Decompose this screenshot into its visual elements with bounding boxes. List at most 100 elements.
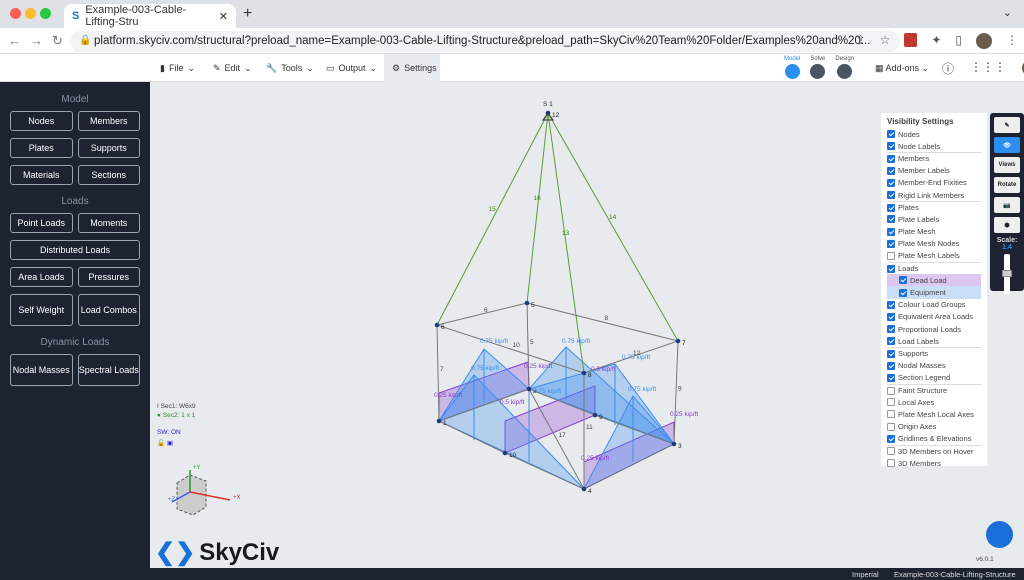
tab-search-icon[interactable]: ⌄ <box>1003 6 1012 19</box>
visibility-option-proportional-loads[interactable]: Proportional Loads <box>887 323 981 335</box>
sidebar-button-materials[interactable]: Materials <box>10 165 73 185</box>
visibility-option-plate-mesh-local-axes[interactable]: Plate Mesh Local Axes <box>887 408 981 420</box>
star-icon[interactable]: ☆ <box>880 33 891 49</box>
maximize-window-button[interactable] <box>40 8 51 19</box>
share-icon[interactable]: ⇪ <box>856 33 866 49</box>
settings-menu[interactable]: ⚙ Settings <box>384 54 440 82</box>
views-button[interactable]: Views <box>994 157 1020 173</box>
checkbox[interactable] <box>887 166 895 175</box>
visibility-option-equipment[interactable]: Equipment <box>887 286 981 299</box>
chat-button[interactable] <box>986 521 1013 548</box>
visibility-option-plates[interactable]: Plates <box>887 201 981 213</box>
checkbox[interactable] <box>887 459 895 468</box>
visibility-option-plate-mesh-nodes[interactable]: Plate Mesh Nodes <box>887 238 981 250</box>
checkbox[interactable] <box>887 191 895 200</box>
visibility-option-rigid-link-members[interactable]: Rigid Link Members <box>887 189 981 201</box>
rotate-button[interactable]: Rotate <box>994 177 1020 193</box>
visibility-option-plate-mesh-labels[interactable]: Plate Mesh Labels <box>887 250 981 262</box>
checkbox[interactable] <box>899 288 907 297</box>
checkbox[interactable] <box>887 422 895 431</box>
sidebar-button-load-combos[interactable]: Load Combos <box>77 294 140 326</box>
checkbox[interactable] <box>887 373 895 382</box>
visibility-option-members[interactable]: Members <box>887 152 981 164</box>
edit-menu[interactable]: ✎ Edit ⌄ <box>205 54 260 82</box>
visibility-option-plate-labels[interactable]: Plate Labels <box>887 213 981 225</box>
checkbox[interactable] <box>887 264 895 273</box>
scale-slider[interactable] <box>1002 254 1012 294</box>
sidebar-button-sections[interactable]: Sections <box>77 165 140 185</box>
apps-grid-icon[interactable]: ⋮⋮⋮ <box>970 60 1006 77</box>
units-indicator[interactable]: Imperial <box>852 570 879 579</box>
close-tab-icon[interactable]: ✕ <box>219 10 228 23</box>
sidebar-button-plates[interactable]: Plates <box>10 138 73 158</box>
checkbox[interactable] <box>887 410 895 419</box>
checkbox[interactable] <box>887 349 895 358</box>
checkbox[interactable] <box>887 337 895 346</box>
sidebar-button-spectral-loads[interactable]: Spectral Loads <box>77 354 140 386</box>
checkbox[interactable] <box>887 178 895 187</box>
sidebar-button-distributed-loads[interactable]: Distributed Loads <box>10 240 140 260</box>
checkbox[interactable] <box>887 142 895 151</box>
visibility-option-colour-load-groups[interactable]: Colour Load Groups <box>887 299 981 311</box>
visibility-option-supports[interactable]: Supports <box>887 347 981 359</box>
checkbox[interactable] <box>887 312 895 321</box>
visibility-option-nodal-masses[interactable]: Nodal Masses <box>887 360 981 372</box>
visibility-option-member-labels[interactable]: Member Labels <box>887 165 981 177</box>
minimize-window-button[interactable] <box>25 8 36 19</box>
visibility-option-plate-mesh[interactable]: Plate Mesh <box>887 226 981 238</box>
sidebar-button-area-loads[interactable]: Area Loads <box>10 267 73 287</box>
visibility-option-3d-members[interactable]: 3D Members <box>887 457 981 469</box>
checkbox[interactable] <box>887 130 895 139</box>
unlock-icon[interactable]: 🔓 <box>157 440 165 447</box>
solve-step[interactable]: Solve <box>810 56 825 79</box>
checkbox[interactable] <box>887 398 895 407</box>
sidebar-button-nodal-masses[interactable]: Nodal Masses <box>10 354 73 386</box>
profile-avatar[interactable] <box>976 33 992 49</box>
visibility-option-nodes[interactable]: Nodes <box>887 128 981 140</box>
visibility-option-section-legend[interactable]: Section Legend <box>887 372 981 384</box>
checkbox[interactable] <box>887 447 895 456</box>
sidebar-button-point-loads[interactable]: Point Loads <box>10 213 73 233</box>
back-icon[interactable]: ← <box>8 33 21 48</box>
checkbox[interactable] <box>887 251 895 260</box>
camera-button[interactable]: 📷 <box>994 197 1020 213</box>
extension-icon[interactable] <box>904 33 918 47</box>
new-tab-button[interactable]: + <box>243 5 252 23</box>
edit-pencil-button[interactable]: ✎ <box>994 117 1020 133</box>
help-icon[interactable]: ⓘ <box>942 60 954 77</box>
checkbox[interactable] <box>887 203 895 212</box>
visibility-option-load-labels[interactable]: Load Labels <box>887 335 981 347</box>
checkbox[interactable] <box>887 325 895 334</box>
checkbox[interactable] <box>887 215 895 224</box>
camera-mode-icon[interactable]: ▣ <box>167 440 173 447</box>
sidebar-button-nodes[interactable]: Nodes <box>10 111 73 131</box>
url-input[interactable]: 🔒 platform.skyciv.com/structural?preload_… <box>70 31 900 52</box>
tools-menu[interactable]: 🔧 Tools ⌄ <box>258 54 322 82</box>
visibility-option-equivalent-area-loads[interactable]: Equivalent Area Loads <box>887 311 981 323</box>
visibility-option-gridlines-elevations[interactable]: Gridlines & Elevations <box>887 433 981 445</box>
sidebar-button-self-weight[interactable]: Self Weight <box>10 294 73 326</box>
design-step[interactable]: Design <box>835 56 854 79</box>
visibility-option-dead-load[interactable]: Dead Load <box>887 274 981 287</box>
file-menu[interactable]: ▮ File ⌄ <box>152 54 203 82</box>
scale-slider-handle[interactable] <box>1002 270 1012 277</box>
forward-icon[interactable]: → <box>30 33 43 48</box>
checkbox[interactable] <box>899 276 907 285</box>
checkbox[interactable] <box>887 239 895 248</box>
more-icon[interactable]: ⋮ <box>1006 33 1018 49</box>
checkbox[interactable] <box>887 386 895 395</box>
close-window-button[interactable] <box>10 8 21 19</box>
puzzle-icon[interactable]: ✦ <box>931 33 941 49</box>
visibility-option-member-end-fixities[interactable]: Member-End Fixities <box>887 177 981 189</box>
sidebar-button-members[interactable]: Members <box>77 111 140 131</box>
visibility-option-origin-axes[interactable]: Origin Axes <box>887 421 981 433</box>
browser-tab[interactable]: S Example-003-Cable-Lifting-Stru ✕ <box>64 4 236 28</box>
sidebar-button-moments[interactable]: Moments <box>77 213 140 233</box>
output-menu[interactable]: ▭ Output ⌄ <box>318 54 385 82</box>
sidebar-button-supports[interactable]: Supports <box>77 138 140 158</box>
checkbox[interactable] <box>887 227 895 236</box>
sidepanel-icon[interactable]: ▯ <box>955 33 962 49</box>
visibility-option-faint-structure[interactable]: Faint Structure <box>887 383 981 396</box>
visibility-eye-button[interactable]: 👁 <box>994 137 1020 153</box>
sidebar-button-pressures[interactable]: Pressures <box>77 267 140 287</box>
